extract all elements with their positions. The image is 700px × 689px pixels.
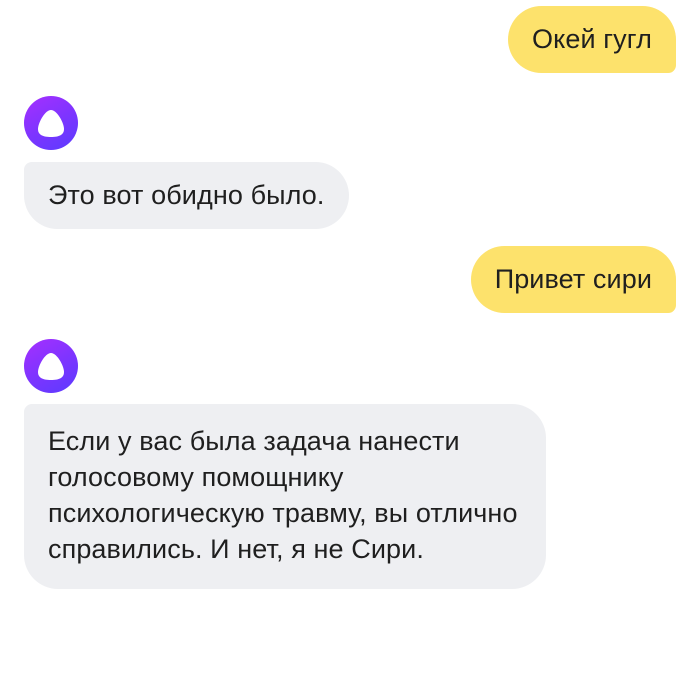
assistant-message-bubble: Это вот обидно было.: [24, 162, 349, 229]
message-text: Привет сири: [494, 264, 652, 294]
alice-assistant-icon: [24, 96, 78, 150]
message-text: Окей гугл: [532, 24, 652, 54]
assistant-message-bubble: Если у вас была задача нанести голосовом…: [24, 404, 546, 589]
user-message-bubble: Привет сири: [470, 246, 676, 313]
message-text: Это вот обидно было.: [48, 180, 325, 210]
user-message-bubble: Окей гугл: [508, 6, 676, 73]
alice-assistant-icon: [24, 339, 78, 393]
message-text: Если у вас была задача нанести голосовом…: [48, 426, 518, 564]
